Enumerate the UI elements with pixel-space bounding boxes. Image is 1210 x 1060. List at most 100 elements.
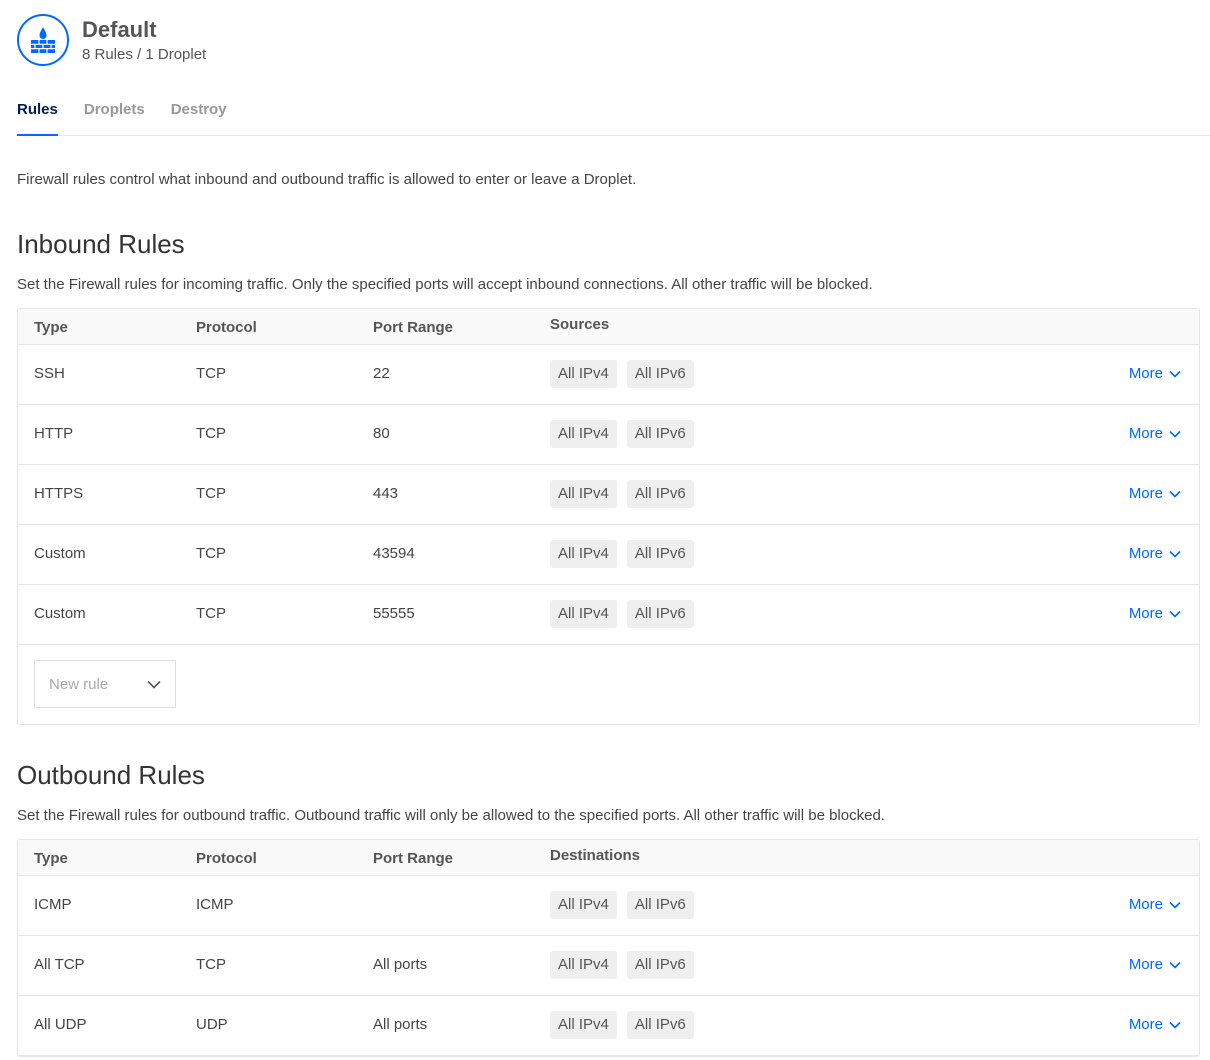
chevron-down-icon — [1169, 490, 1181, 498]
outbound-title: Outbound Rules — [17, 760, 205, 790]
rule-tags: All IPv4 All IPv6 — [550, 1011, 704, 1039]
chevron-down-icon — [1169, 430, 1181, 438]
column-protocol: Protocol — [196, 319, 257, 336]
more-label: More — [1128, 545, 1163, 562]
rule-port-range: 22 — [373, 365, 390, 382]
tab-rules[interactable]: Rules — [17, 100, 58, 136]
rule-tags: All IPv4 All IPv6 — [550, 600, 704, 628]
table-header: Type Protocol Port Range Sources — [18, 309, 1199, 345]
intro-text: Firewall rules control what inbound and … — [17, 171, 637, 188]
page-title: Default — [82, 17, 157, 42]
new-rule-placeholder: New rule — [49, 675, 109, 693]
rule-type: All TCP — [34, 956, 85, 973]
table-row: All UDP UDP All ports All IPv4 All IPv6 More — [18, 996, 1199, 1056]
source-tag[interactable]: All IPv4 — [550, 480, 617, 508]
source-tag[interactable]: All IPv4 — [550, 1011, 617, 1039]
rule-protocol: TCP — [196, 365, 226, 382]
source-tag[interactable]: All IPv6 — [626, 600, 694, 628]
rule-port-range: 80 — [373, 425, 390, 442]
column-destinations: Destinations — [550, 847, 641, 864]
source-tag[interactable]: All IPv6 — [626, 480, 694, 508]
source-tag[interactable]: All IPv6 — [626, 891, 694, 919]
more-label: More — [1128, 425, 1163, 442]
source-tag[interactable]: All IPv6 — [626, 1011, 694, 1039]
table-row: Custom TCP 43594 All IPv4 All IPv6 More — [18, 525, 1199, 585]
rule-type: All UDP — [34, 1016, 87, 1033]
outbound-rules-table: Type Protocol Port Range Destinations IC… — [17, 839, 1200, 1057]
chevron-down-icon — [1169, 961, 1181, 969]
chevron-down-icon — [1169, 370, 1181, 378]
more-label: More — [1128, 956, 1163, 973]
more-label: More — [1128, 896, 1163, 913]
outbound-description: Set the Firewall rules for outbound traf… — [17, 807, 885, 824]
new-rule-area: New rule — [18, 645, 1199, 724]
inbound-title: Inbound Rules — [17, 229, 185, 259]
table-row: HTTPS TCP 443 All IPv4 All IPv6 More — [18, 465, 1199, 525]
rule-tags: All IPv4 All IPv6 — [550, 420, 704, 448]
rule-type: Custom — [34, 545, 86, 562]
new-rule-select[interactable]: New rule — [34, 660, 176, 708]
rule-port-range: 55555 — [373, 605, 415, 622]
rule-type: SSH — [34, 365, 65, 382]
rule-tags: All IPv4 All IPv6 — [550, 951, 704, 979]
chevron-down-icon — [1169, 901, 1181, 909]
source-tag[interactable]: All IPv4 — [550, 600, 617, 628]
source-tag[interactable]: All IPv4 — [550, 951, 617, 979]
more-button[interactable]: More — [1129, 545, 1181, 562]
rule-type: Custom — [34, 605, 86, 622]
column-sources: Sources — [550, 316, 610, 333]
rule-port-range: 443 — [373, 485, 399, 502]
column-type: Type — [34, 850, 68, 867]
tab-destroy[interactable]: Destroy — [171, 100, 227, 136]
more-button[interactable]: More — [1129, 425, 1181, 442]
source-tag[interactable]: All IPv4 — [550, 540, 617, 568]
source-tag[interactable]: All IPv4 — [550, 420, 617, 448]
rule-protocol: UDP — [196, 1016, 228, 1033]
tab-droplets[interactable]: Droplets — [84, 100, 145, 136]
source-tag[interactable]: All IPv4 — [550, 360, 617, 388]
chevron-down-icon — [1169, 610, 1181, 618]
table-row: SSH TCP 22 All IPv4 All IPv6 More — [18, 345, 1199, 405]
chevron-down-icon — [1169, 550, 1181, 558]
source-tag[interactable]: All IPv4 — [550, 891, 617, 919]
inbound-rules-table: Type Protocol Port Range Sources SSH TCP 2… — [17, 308, 1200, 725]
more-button[interactable]: More — [1129, 956, 1181, 973]
rule-tags: All IPv4 All IPv6 — [550, 480, 704, 508]
more-label: More — [1128, 605, 1163, 622]
rule-protocol: TCP — [196, 425, 226, 442]
firewall-header: Default 8 Rules / 1 Droplet — [17, 14, 206, 66]
more-button[interactable]: More — [1129, 1016, 1181, 1033]
more-button[interactable]: More — [1129, 485, 1181, 502]
rule-tags: All IPv4 All IPv6 — [550, 540, 704, 568]
rule-protocol: TCP — [196, 605, 226, 622]
rule-tags: All IPv4 All IPv6 — [550, 360, 704, 388]
rule-port-range: 43594 — [373, 545, 415, 562]
rule-protocol: TCP — [196, 485, 226, 502]
rule-port-range: All ports — [373, 1016, 428, 1033]
rule-protocol: ICMP — [196, 896, 234, 913]
source-tag[interactable]: All IPv6 — [626, 360, 694, 388]
more-label: More — [1128, 485, 1163, 502]
firewall-icon — [17, 14, 69, 66]
inbound-description: Set the Firewall rules for incoming traf… — [17, 276, 873, 293]
rule-protocol: TCP — [196, 545, 226, 562]
more-button[interactable]: More — [1129, 896, 1181, 913]
more-button[interactable]: More — [1129, 365, 1181, 382]
more-label: More — [1128, 365, 1163, 382]
column-protocol: Protocol — [196, 850, 257, 867]
column-port-range: Port Range — [373, 319, 454, 336]
rule-type: HTTPS — [34, 485, 84, 502]
source-tag[interactable]: All IPv6 — [626, 951, 694, 979]
chevron-down-icon — [147, 680, 161, 689]
table-row: ICMP ICMP All IPv4 All IPv6 More — [18, 876, 1199, 936]
more-button[interactable]: More — [1129, 605, 1181, 622]
rule-tags: All IPv4 All IPv6 — [550, 891, 704, 919]
tab-bar: Rules Droplets Destroy — [17, 100, 1210, 136]
rule-type: HTTP — [34, 425, 74, 442]
source-tag[interactable]: All IPv6 — [626, 540, 694, 568]
rule-protocol: TCP — [196, 956, 226, 973]
table-row: All TCP TCP All ports All IPv4 All IPv6 More — [18, 936, 1199, 996]
table-row: Custom TCP 55555 All IPv4 All IPv6 More — [18, 585, 1199, 645]
source-tag[interactable]: All IPv6 — [626, 420, 694, 448]
table-row: HTTP TCP 80 All IPv4 All IPv6 More — [18, 405, 1199, 465]
